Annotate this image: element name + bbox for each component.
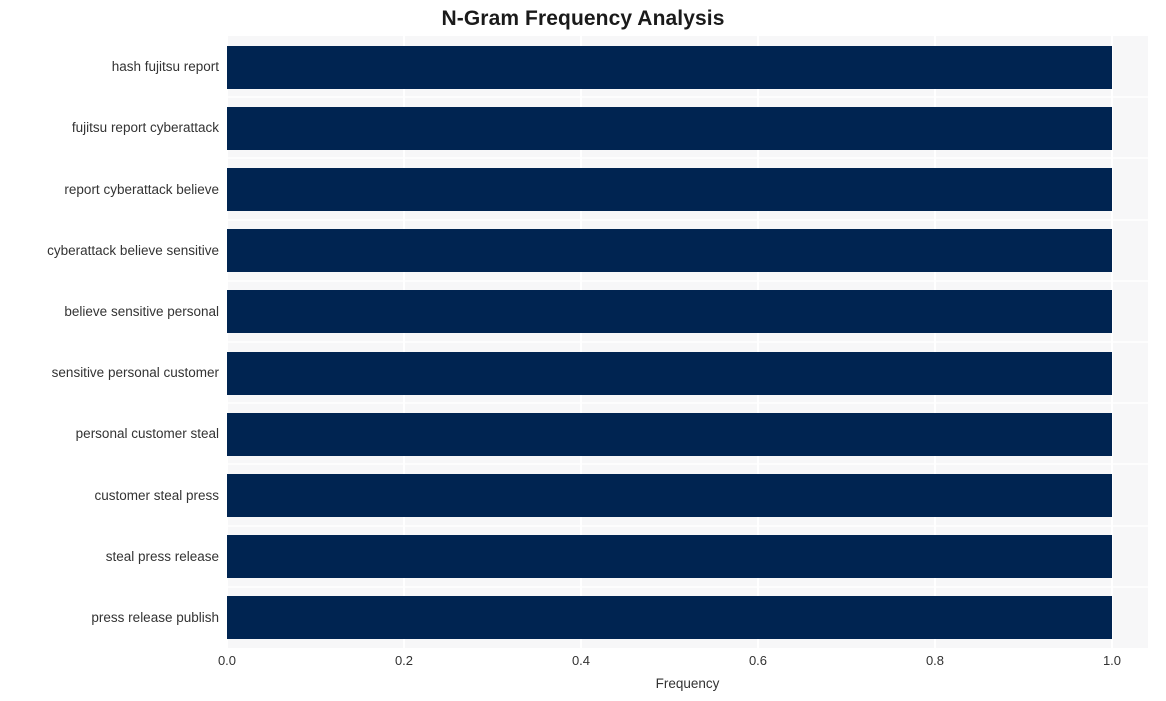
bar	[227, 106, 1112, 150]
bar	[227, 535, 1112, 579]
x-axis-label: Frequency	[655, 676, 720, 691]
y-axis-tick-label: steal press release	[105, 548, 219, 564]
x-axis-tick-label: 1.0	[1102, 653, 1122, 668]
horizontal-gridline	[227, 585, 1148, 588]
bar	[227, 290, 1112, 334]
x-axis-tick-label: 0.4	[571, 653, 591, 668]
y-axis-tick-label: customer steal press	[94, 487, 219, 503]
y-axis-tick-label: hash fujitsu report	[111, 59, 219, 75]
bar	[227, 412, 1112, 456]
y-axis-tick-label: report cyberattack believe	[64, 181, 219, 197]
bar	[227, 229, 1112, 273]
horizontal-gridline	[227, 463, 1148, 466]
plot-area	[227, 36, 1148, 648]
y-axis-tick-label: personal customer steal	[75, 426, 219, 442]
x-axis-tick-label: 0.0	[217, 653, 237, 668]
bar	[227, 45, 1112, 89]
x-axis-tick-label: 0.8	[925, 653, 945, 668]
horizontal-gridline	[227, 157, 1148, 160]
horizontal-gridline	[227, 218, 1148, 221]
y-axis-tick-label: fujitsu report cyberattack	[71, 120, 219, 136]
horizontal-gridline	[227, 524, 1148, 527]
horizontal-gridline	[227, 96, 1148, 99]
horizontal-gridline	[227, 279, 1148, 282]
x-axis-tick-label: 0.2	[394, 653, 414, 668]
horizontal-gridline	[227, 341, 1148, 343]
y-axis-tick-label: cyberattack believe sensitive	[47, 242, 219, 258]
y-axis-tick-label: sensitive personal customer	[51, 365, 219, 381]
chart-title: N-Gram Frequency Analysis	[441, 7, 725, 30]
horizontal-gridline	[227, 402, 1148, 405]
chart-figure: N-Gram Frequency Analysis hash fujitsu r…	[0, 0, 1166, 701]
bar	[227, 351, 1112, 395]
bar	[227, 474, 1112, 517]
y-axis-tick-label: believe sensitive personal	[64, 303, 219, 319]
x-axis-tick-label: 0.6	[748, 653, 768, 668]
bar	[227, 596, 1112, 640]
y-axis-tick-label: press release publish	[91, 609, 219, 625]
bar	[227, 168, 1112, 211]
